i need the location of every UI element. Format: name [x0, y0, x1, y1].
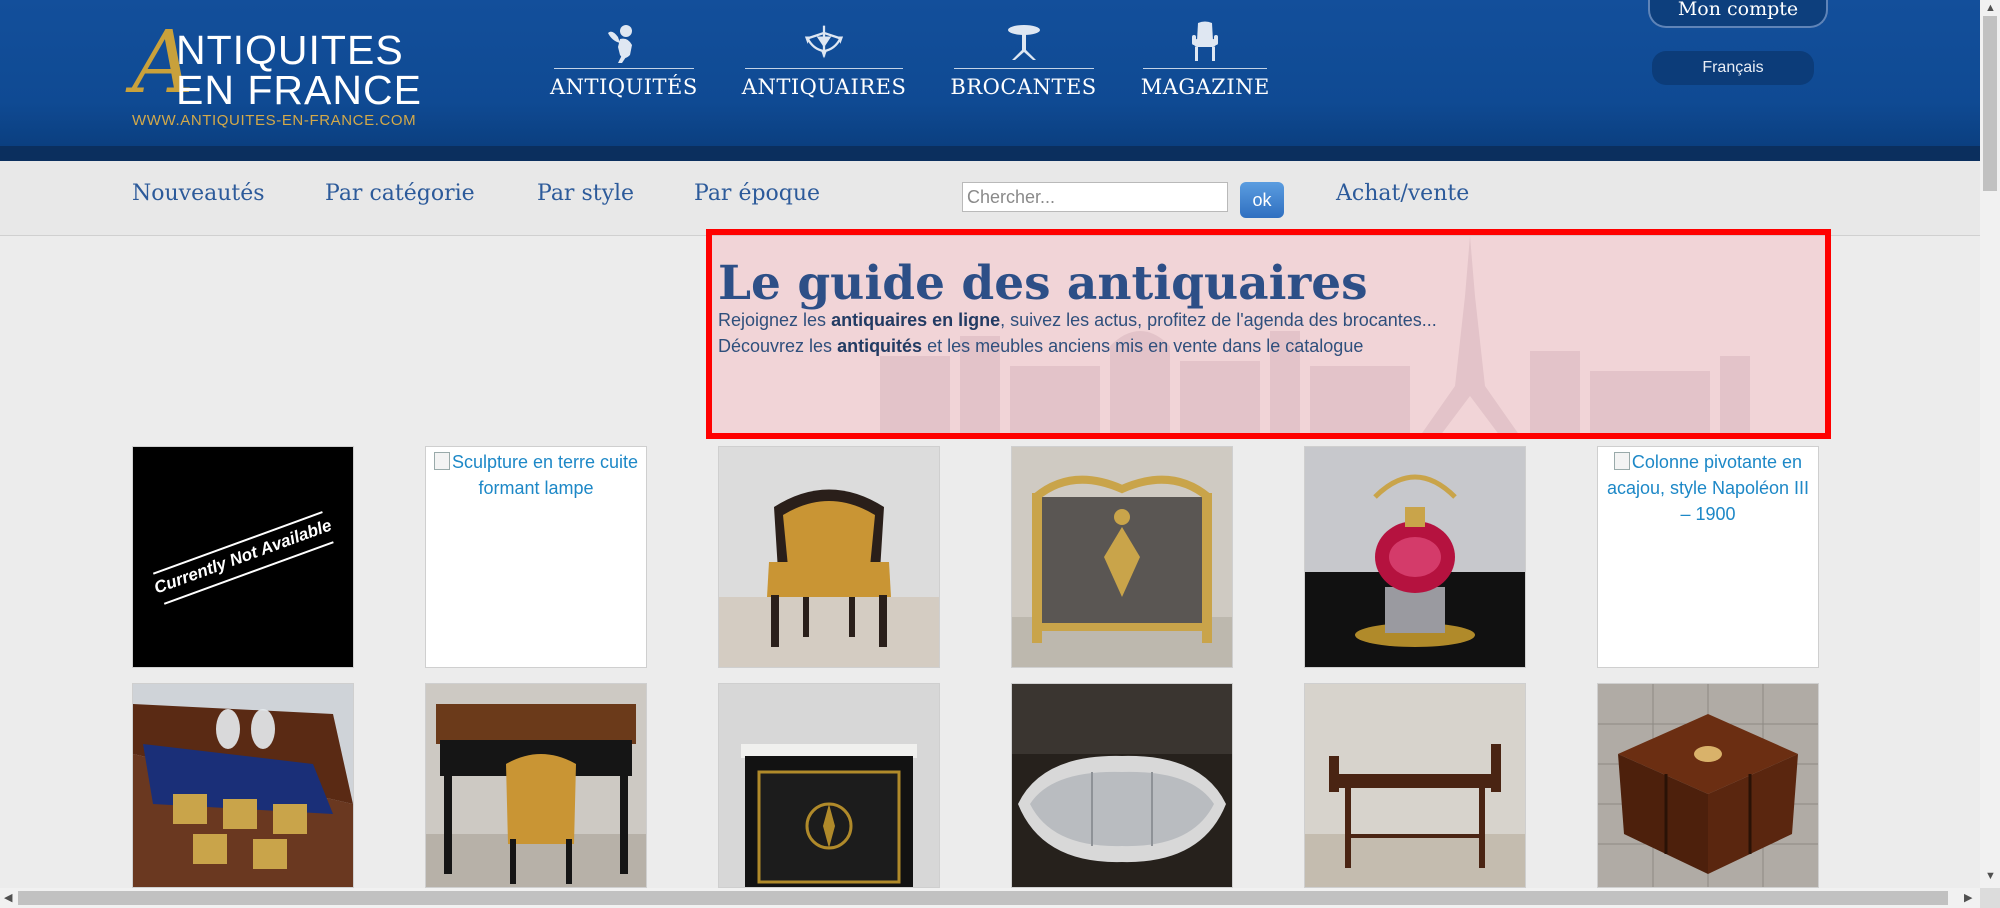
search-input[interactable] — [962, 182, 1228, 212]
hero-line-2: Découvrez les antiquités et les meubles … — [718, 336, 1363, 357]
product-tile[interactable]: Sculpture en terre cuite formant lampe — [425, 446, 647, 668]
product-tile[interactable] — [718, 683, 940, 888]
site-header: A NTIQUITES EN FRANCE WWW.ANTIQUITES-EN-… — [0, 0, 1980, 146]
header-stripe — [0, 146, 1980, 161]
armchair-icon — [1185, 20, 1225, 64]
sub-nav: Nouveautés Par catégorie Par style Par é… — [0, 161, 1980, 236]
nav-label: ANTIQUAIRES — [741, 75, 907, 99]
product-image-fire-screen — [1012, 447, 1232, 667]
nav-magazine[interactable]: MAGAZINE — [1141, 20, 1270, 110]
scroll-down-icon[interactable]: ▼ — [1985, 870, 1996, 882]
scrollbar-corner — [1980, 888, 2000, 908]
product-tile[interactable] — [1304, 446, 1526, 668]
product-tile[interactable] — [132, 683, 354, 888]
product-tile[interactable] — [1011, 446, 1233, 668]
account-button[interactable]: Mon compte — [1648, 0, 1828, 28]
subnav-par-categorie[interactable]: Par catégorie — [325, 181, 475, 206]
nav-antiquites[interactable]: ANTIQUITÉS — [550, 20, 698, 110]
horizontal-scrollbar[interactable]: ◀ ▶ — [0, 888, 1980, 908]
product-image-liquor-cellar — [133, 684, 353, 887]
product-image-centerpiece — [1012, 684, 1232, 887]
scroll-up-icon[interactable]: ▲ — [1985, 2, 1996, 14]
product-image-desk — [426, 684, 646, 887]
product-tile[interactable] — [425, 683, 647, 888]
product-tile[interactable] — [718, 446, 940, 668]
chandelier-icon — [804, 20, 844, 64]
nav-label: BROCANTES — [950, 75, 1097, 99]
vertical-scroll-thumb[interactable] — [1983, 16, 1997, 191]
main-nav: ANTIQUITÉS ANTIQUAIRES BROCANTES MAGAZIN… — [550, 20, 1314, 110]
hero-text: , suivez les actus, profitez de l'agenda… — [1000, 310, 1437, 330]
logo-line-1: NTIQUITES — [176, 27, 404, 73]
alt-text: Sculpture en terre cuite formant lampe — [451, 452, 639, 498]
hero-text: Découvrez les — [718, 336, 838, 356]
product-image-armchair — [719, 447, 939, 667]
product-image-cabinet — [719, 684, 939, 887]
subnav-par-epoque[interactable]: Par époque — [694, 181, 820, 206]
logo-url: WWW.ANTIQUITES-EN-FRANCE.COM — [132, 112, 417, 129]
nav-divider — [553, 68, 694, 69]
product-tile[interactable] — [1304, 683, 1526, 888]
subnav-par-style[interactable]: Par style — [537, 181, 634, 206]
scroll-right-icon[interactable]: ▶ — [1964, 891, 1972, 904]
hero-line-1: Rejoignez les antiquaires en ligne, suiv… — [718, 310, 1437, 331]
product-image-kettle — [1305, 447, 1525, 667]
hero-text: Rejoignez les — [718, 310, 832, 330]
product-image-revolving-bookcase — [1598, 684, 1818, 887]
gueridon-table-icon — [1004, 20, 1044, 64]
site-logo[interactable]: A NTIQUITES EN FRANCE WWW.ANTIQUITES-EN-… — [128, 20, 448, 134]
nav-divider — [1143, 68, 1268, 69]
product-tile[interactable]: Colonne pivotante en acajou, style Napol… — [1597, 446, 1819, 668]
broken-image-icon — [1613, 452, 1630, 470]
broken-image-alt: Sculpture en terre cuite formant lampe — [426, 447, 646, 503]
hero-text: et les meubles anciens mis en vente dans… — [922, 336, 1364, 356]
product-tile[interactable] — [1011, 683, 1233, 888]
search-ok-button[interactable]: ok — [1240, 182, 1284, 218]
broken-image-alt: Colonne pivotante en acajou, style Napol… — [1598, 447, 1818, 529]
product-tile[interactable]: Currently Not Available — [132, 446, 354, 668]
product-tile[interactable] — [1597, 683, 1819, 888]
vertical-scrollbar[interactable]: ▲ ▼ — [1980, 0, 2000, 888]
scroll-left-icon[interactable]: ◀ — [4, 891, 12, 904]
alt-text: Colonne pivotante en acajou, style Napol… — [1606, 452, 1810, 524]
antiquaires-en-ligne-link[interactable]: antiquaires en ligne — [831, 310, 1000, 330]
logo-line-2: EN FRANCE — [176, 67, 422, 113]
horizontal-scroll-thumb[interactable] — [18, 891, 1948, 905]
hero-title: Le guide des antiquaires — [718, 256, 1368, 311]
antiquites-link[interactable]: antiquités — [837, 336, 922, 356]
nav-antiquaires[interactable]: ANTIQUAIRES — [742, 20, 907, 110]
subnav-achat-vente[interactable]: Achat/vente — [1336, 181, 1469, 206]
nav-divider — [953, 68, 1094, 69]
broken-image-icon — [433, 452, 450, 470]
language-selector[interactable]: Français — [1652, 51, 1814, 85]
product-image-bench — [1305, 684, 1525, 887]
subnav-nouveautes[interactable]: Nouveautés — [132, 181, 265, 206]
nav-label: ANTIQUITÉS — [550, 75, 698, 99]
nav-label: MAGAZINE — [1140, 75, 1270, 99]
cherub-icon — [604, 20, 644, 64]
nav-divider — [745, 68, 904, 69]
nav-brocantes[interactable]: BROCANTES — [950, 20, 1096, 110]
